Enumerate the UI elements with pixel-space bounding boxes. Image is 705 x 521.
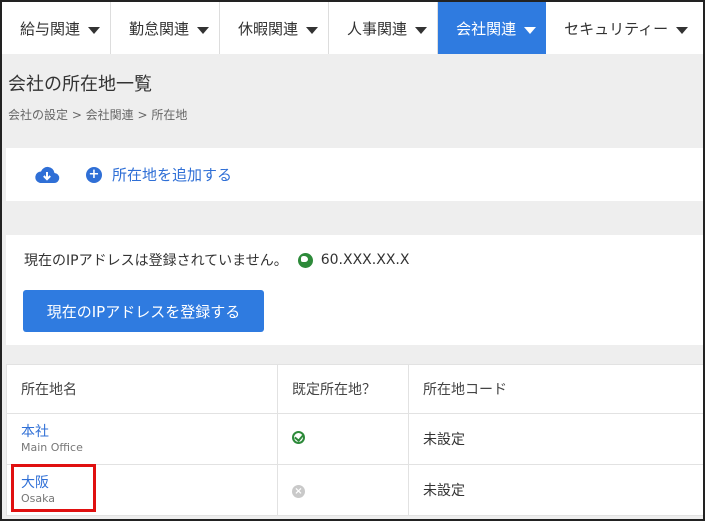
breadcrumb: 会社の設定 > 会社関連 > 所在地	[8, 108, 188, 122]
nav-item-label: 給与関連	[20, 19, 81, 38]
nav-item-label: 休暇関連	[238, 19, 299, 38]
table-row: 大阪 Osaka × 未設定	[6, 464, 703, 516]
add-location-label: 所在地を追加する	[112, 166, 233, 184]
nav-item-label: 勤怠関連	[129, 19, 190, 38]
add-location-button[interactable]: + 所在地を追加する	[86, 164, 232, 185]
nav-item-company[interactable]: 会社関連	[438, 2, 547, 54]
caret-down-icon	[676, 26, 689, 34]
column-header-default[interactable]: 既定所在地？	[277, 364, 409, 414]
location-code-cell: 未設定	[408, 413, 703, 465]
column-header-location-name[interactable]: 所在地名	[6, 364, 278, 414]
ip-address: 60.XXX.XX.X	[320, 252, 410, 268]
caret-down-icon	[306, 26, 319, 34]
nav-item-label: 会社関連	[456, 19, 517, 38]
caret-down-icon	[524, 26, 537, 34]
location-name-cell: 本社 Main Office	[6, 413, 278, 465]
nav-item-payroll[interactable]: 給与関連	[2, 2, 112, 54]
locations-table: 所在地名 既定所在地？ 所在地コード 本社 Main Office 未設定 大阪…	[6, 364, 703, 516]
ip-status-line: 現在のIPアドレスは登録されていません。 60.XXX.XX.X	[24, 250, 409, 270]
ip-panel: 現在のIPアドレスは登録されていません。 60.XXX.XX.X 現在のIPアド…	[6, 235, 703, 345]
actions-panel: + 所在地を追加する	[6, 148, 703, 201]
app-frame: 給与関連 勤怠関連 休暇関連 人事関連 会社関連 セキュリティー 会社の所在地一…	[0, 0, 705, 521]
nav-item-attendance[interactable]: 勤怠関連	[111, 2, 221, 54]
highlight-annotation	[11, 464, 96, 512]
plus-circle-icon: +	[86, 166, 102, 183]
nav-item-label: セキュリティー	[564, 19, 669, 38]
table-row: 本社 Main Office 未設定	[6, 413, 703, 465]
nav-item-leave[interactable]: 休暇関連	[220, 2, 330, 54]
location-link[interactable]: 本社	[21, 424, 277, 440]
check-circle-icon	[292, 430, 305, 444]
globe-icon	[297, 252, 313, 268]
register-ip-button[interactable]: 現在のIPアドレスを登録する	[23, 290, 264, 332]
x-circle-icon: ×	[292, 485, 305, 498]
column-header-location-code[interactable]: 所在地コード	[408, 364, 703, 414]
page-title: 会社の所在地一覧	[8, 74, 152, 95]
top-nav: 給与関連 勤怠関連 休暇関連 人事関連 会社関連 セキュリティー	[2, 2, 703, 54]
ip-status-message: 現在のIPアドレスは登録されていません。	[24, 253, 288, 269]
nav-item-security[interactable]: セキュリティー	[546, 2, 698, 54]
location-subtitle: Main Office	[21, 440, 83, 454]
nav-item-label: 人事関連	[347, 19, 408, 38]
caret-down-icon	[197, 26, 210, 34]
cloud-download-icon[interactable]	[34, 165, 60, 185]
default-cell	[277, 413, 409, 465]
caret-down-icon	[415, 26, 428, 34]
caret-down-icon	[88, 26, 101, 34]
default-cell: ×	[277, 464, 409, 516]
table-header-row: 所在地名 既定所在地？ 所在地コード	[6, 364, 703, 414]
nav-item-hr[interactable]: 人事関連	[329, 2, 439, 54]
location-code-cell: 未設定	[408, 464, 703, 516]
